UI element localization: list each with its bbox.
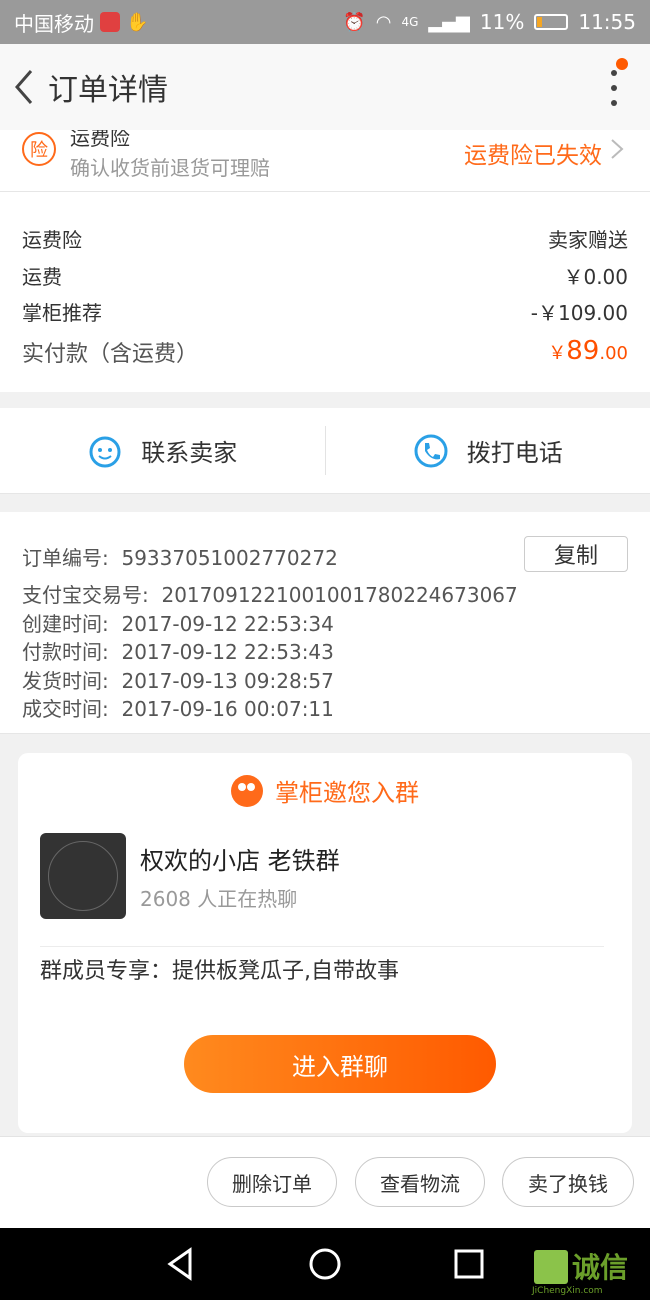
logo-ring [48,841,118,911]
order-info: 订单编号: 59337051002770272 复制 支付宝交易号: 20170… [0,512,650,734]
fee-summary: 运费险 卖家赠送 运费 ￥0.00 掌柜推荐 -￥109.00 实付款（含运费）… [0,192,650,392]
order-label: 支付宝交易号: [22,583,149,607]
recents-square-icon[interactable] [451,1246,487,1282]
group-heading-text: 掌柜邀您入群 [275,779,419,807]
alipay-trade-line: 支付宝交易号: 2017091221001001780224673067 [22,579,518,608]
freight-insurance-row[interactable]: 险 运费险 确认收货前退货可理赔 运费险已失效 [0,130,650,192]
delete-order-button[interactable]: 删除订单 [207,1157,337,1207]
action-bar: 删除订单 查看物流 卖了换钱 [0,1136,650,1228]
fee-value: ￥0.00 [563,265,628,289]
fee-row-insurance: 运费险 卖家赠送 [22,224,628,253]
insurance-icon: 险 [22,132,56,166]
notification-app-icon [100,12,120,32]
more-menu-button[interactable] [606,70,622,106]
group-name[interactable]: 权欢的小店 老铁群 [140,841,340,876]
nav-bar: 订单详情 [0,44,650,130]
group-icon [231,774,263,807]
order-label: 发货时间: [22,669,109,693]
total-currency: ￥ [548,343,567,364]
carrier-name: 中国移动 [14,11,94,36]
total-integer: 89 [566,336,600,366]
home-circle-icon[interactable] [307,1246,343,1282]
back-triangle-icon[interactable] [162,1246,198,1282]
contact-seller-label: 联系卖家 [141,439,238,467]
wifi-icon: ◠ [375,11,392,33]
order-value: 2017-09-12 22:53:34 [121,612,334,636]
phone-icon [414,434,448,467]
back-button[interactable] [2,44,46,130]
total-amount: ￥89.00 [548,336,628,368]
fee-row-shipping: 运费 ￥0.00 [22,261,628,290]
group-member-count: 2608 人正在热聊 [140,887,298,911]
call-phone-button[interactable]: 拨打电话 [326,408,650,493]
view-logistics-button[interactable]: 查看物流 [355,1157,485,1207]
order-label: 成交时间: [22,697,109,721]
paid-time-line: 付款时间: 2017-09-12 22:53:43 [22,636,334,665]
hand-icon: ✋ [126,11,149,33]
watermark-text: 诚信 [572,1251,629,1284]
page-title: 订单详情 [48,73,168,108]
enter-group-button[interactable]: 进入群聊 [184,1035,496,1093]
insurance-subtitle: 确认收货前退货可理赔 [70,156,270,180]
shop-logo[interactable] [40,833,126,919]
copy-button[interactable]: 复制 [524,536,628,572]
resell-button[interactable]: 卖了换钱 [502,1157,634,1207]
created-time-line: 创建时间: 2017-09-12 22:53:34 [22,608,334,637]
total-decimal: .00 [599,343,628,364]
fee-value: 卖家赠送 [548,228,628,252]
group-heading: 掌柜邀您入群 [18,773,632,808]
more-dot-icon [611,85,617,91]
order-value: 59337051002770272 [121,546,338,570]
insurance-status: 运费险已失效 [464,143,602,169]
order-label: 创建时间: [22,612,109,636]
battery-percent: 11% [479,10,525,34]
notification-dot [616,58,628,70]
chevron-right-icon [611,139,624,159]
watermark-sub: JiChengXin.com [532,1286,603,1296]
fee-label: 运费 [22,265,62,289]
fee-value: -￥109.00 [530,301,628,325]
shipped-time-line: 发货时间: 2017-09-13 09:28:57 [22,665,334,694]
divider [40,946,604,947]
order-value: 2017-09-13 09:28:57 [121,669,334,693]
order-value: 2017091221001001780224673067 [161,583,518,607]
contact-seller-button[interactable]: 联系卖家 [0,408,325,493]
order-label: 订单编号: [22,546,109,570]
alarm-icon: ⏰ [343,11,366,33]
group-invite-card: 掌柜邀您入群 权欢的小店 老铁群 2608 人正在热聊 群成员专享：提供板凳瓜子… [18,753,632,1133]
clock: 11:55 [578,10,636,34]
fee-row-total: 实付款（含运费） ￥89.00 [22,336,628,368]
group-perk: 群成员专享：提供板凳瓜子,自带故事 [40,959,399,984]
insurance-title: 运费险 [70,130,130,150]
fee-label: 掌柜推荐 [22,301,102,325]
total-label: 实付款（含运费） [22,342,199,367]
contact-bar: 联系卖家 拨打电话 [0,408,650,494]
network-type: 4G [401,15,419,29]
more-dot-icon [611,70,617,76]
fee-row-recommend: 掌柜推荐 -￥109.00 [22,297,628,326]
chevron-left-icon [15,70,33,104]
order-value: 2017-09-12 22:53:43 [121,640,334,664]
order-number-line: 订单编号: 59337051002770272 [22,542,338,571]
status-bar: 中国移动 ✋ ⏰ ◠ 4G ▂▄▆ 11% 11:55 [0,0,650,44]
chat-icon [89,436,121,467]
group-invite-section: 掌柜邀您入群 权欢的小店 老铁群 2608 人正在热聊 群成员专享：提供板凳瓜子… [0,736,650,1136]
call-phone-label: 拨打电话 [466,439,563,467]
fee-label: 运费险 [22,228,82,252]
order-value: 2017-09-16 00:07:11 [121,697,334,721]
completed-time-line: 成交时间: 2017-09-16 00:07:11 [22,693,334,722]
watermark-logo-icon [534,1250,568,1284]
watermark: 诚信 JiChengXin.com [532,1244,650,1300]
more-dot-icon [611,100,617,106]
battery-icon [534,14,569,30]
signal-icon: ▂▄▆ [428,11,470,33]
order-label: 付款时间: [22,640,109,664]
